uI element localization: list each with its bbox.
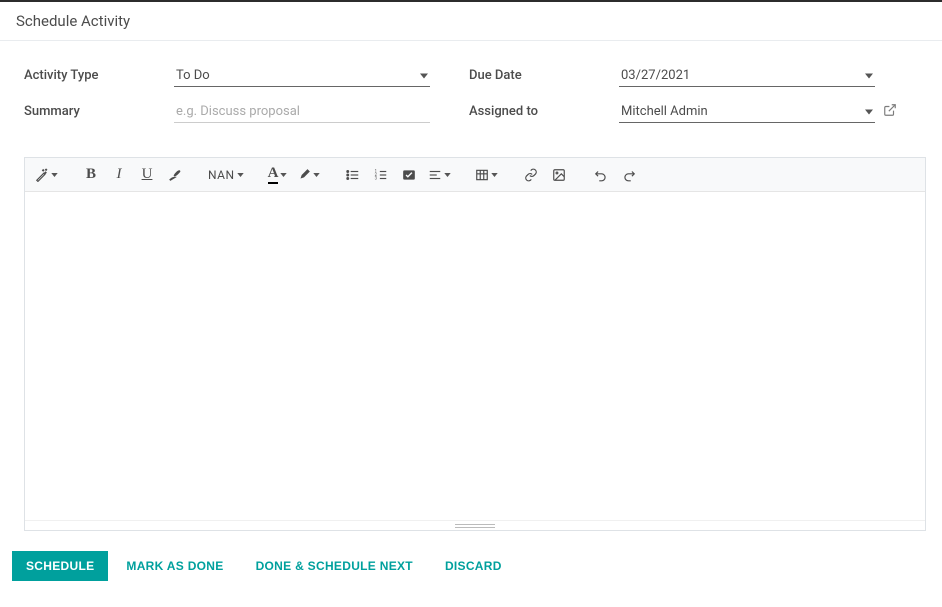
unordered-list-button[interactable] — [340, 162, 366, 188]
modal-footer: Schedule Mark as Done Done & Schedule Ne… — [0, 539, 942, 597]
chevron-down-icon — [237, 173, 244, 177]
form-row-1: Activity Type Due Date — [24, 65, 926, 87]
link-button[interactable] — [518, 162, 544, 188]
image-button[interactable] — [546, 162, 572, 188]
assigned-to-input[interactable] — [619, 101, 875, 123]
assigned-to-field[interactable] — [619, 101, 875, 123]
font-size-label: NAN — [208, 168, 235, 182]
assigned-to-label: Assigned to — [469, 101, 619, 119]
mark-as-done-button[interactable]: Mark as Done — [112, 551, 237, 581]
undo-button[interactable] — [588, 162, 614, 188]
due-date-group: Due Date — [469, 65, 926, 87]
highlight-color-button[interactable] — [293, 162, 324, 188]
chevron-down-icon — [491, 173, 498, 177]
activity-type-group: Activity Type — [24, 65, 469, 87]
underline-button[interactable]: U — [134, 162, 160, 188]
svg-text:3: 3 — [375, 175, 378, 180]
due-date-label: Due Date — [469, 65, 619, 83]
rich-text-editor: B I U NAN A — [24, 157, 926, 531]
page-title: Schedule Activity — [16, 12, 130, 30]
summary-label: Summary — [24, 101, 174, 119]
done-and-schedule-next-button[interactable]: Done & Schedule Next — [242, 551, 427, 581]
redo-button[interactable] — [616, 162, 642, 188]
chevron-down-icon — [51, 173, 58, 177]
form-row-2: Summary Assigned to — [24, 101, 926, 123]
external-link-button[interactable] — [883, 103, 897, 121]
editor-resize-handle[interactable] — [25, 520, 925, 530]
assigned-to-group: Assigned to — [469, 101, 926, 123]
due-date-field[interactable] — [619, 65, 875, 87]
align-button[interactable] — [424, 162, 455, 188]
ordered-list-button[interactable]: 123 — [368, 162, 394, 188]
chevron-down-icon — [313, 173, 320, 177]
summary-input[interactable] — [174, 101, 430, 123]
due-date-input[interactable] — [619, 65, 875, 87]
editor-content[interactable] — [25, 192, 925, 520]
editor-toolbar: B I U NAN A — [25, 158, 925, 192]
modal-header: Schedule Activity — [0, 2, 942, 41]
schedule-button[interactable]: Schedule — [12, 551, 108, 581]
summary-field[interactable] — [174, 101, 430, 123]
modal-body: Activity Type Due Date — [0, 41, 942, 539]
font-color-button[interactable]: A — [264, 162, 292, 188]
table-button[interactable] — [471, 162, 502, 188]
discard-button[interactable]: Discard — [431, 551, 516, 581]
bold-button[interactable]: B — [78, 162, 104, 188]
remove-format-button[interactable] — [162, 162, 188, 188]
magic-wand-button[interactable] — [31, 162, 62, 188]
chevron-down-icon — [280, 173, 287, 177]
summary-group: Summary — [24, 101, 469, 123]
activity-type-label: Activity Type — [24, 65, 174, 83]
schedule-activity-modal: Schedule Activity Activity Type Due Date — [0, 0, 942, 597]
italic-button[interactable]: I — [106, 162, 132, 188]
activity-type-input[interactable] — [174, 65, 430, 87]
font-size-button[interactable]: NAN — [204, 162, 248, 188]
checklist-button[interactable] — [396, 162, 422, 188]
chevron-down-icon — [444, 173, 451, 177]
activity-type-field[interactable] — [174, 65, 430, 87]
grip-icon — [455, 524, 495, 528]
